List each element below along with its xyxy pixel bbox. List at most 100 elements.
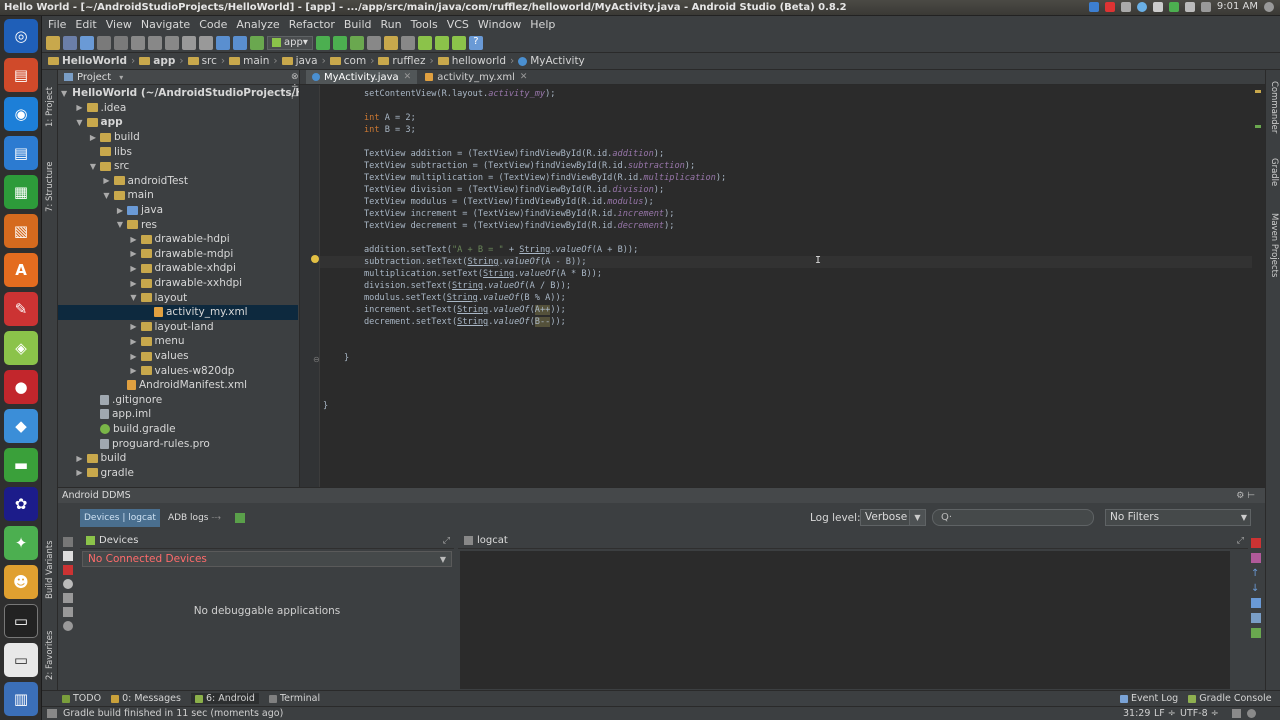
- scroll-end-icon[interactable]: [1251, 553, 1261, 563]
- tree-item[interactable]: .gitignore: [58, 393, 298, 408]
- bottom-tab[interactable]: Terminal: [268, 693, 320, 704]
- code-line[interactable]: }: [320, 352, 1260, 364]
- cut-icon[interactable]: [131, 35, 145, 50]
- bottom-tab[interactable]: 6: Android: [190, 693, 259, 704]
- code-line[interactable]: multiplication.setText(String.valueOf(A …: [320, 268, 1260, 280]
- code-line[interactable]: modulus.setText(String.valueOf(B % A));: [320, 292, 1260, 304]
- editor-tab[interactable]: activity_my.xml ✕: [419, 70, 533, 84]
- file-encoding[interactable]: UTF-8 ÷: [1180, 708, 1219, 719]
- dump-icon[interactable]: [63, 607, 73, 617]
- chevron-down-icon[interactable]: ▼: [88, 162, 98, 171]
- mail-icon[interactable]: [1120, 1, 1131, 12]
- dash-icon[interactable]: ◎: [4, 19, 38, 53]
- print-icon[interactable]: [1251, 613, 1261, 623]
- camera-icon[interactable]: [63, 537, 73, 547]
- menu-item-vcs[interactable]: VCS: [447, 18, 469, 31]
- replace-icon[interactable]: [199, 35, 213, 50]
- chevron-right-icon[interactable]: ▶: [115, 206, 125, 215]
- chevron-right-icon[interactable]: ▶: [129, 235, 139, 244]
- code-line[interactable]: TextView addition = (TextView)findViewBy…: [320, 148, 1260, 160]
- update-heap-icon[interactable]: [63, 593, 73, 603]
- chevron-right-icon[interactable]: ▶: [129, 279, 139, 288]
- menu-item-help[interactable]: Help: [530, 18, 555, 31]
- menu-item-build[interactable]: Build: [344, 18, 372, 31]
- breadcrumb-item[interactable]: com ›: [329, 55, 374, 67]
- restore-layout-icon[interactable]: [234, 513, 245, 523]
- menu-item-edit[interactable]: Edit: [75, 18, 96, 31]
- app-icon[interactable]: ●: [4, 370, 38, 404]
- network-icon[interactable]: [1088, 1, 1099, 12]
- tree-item[interactable]: ▶ drawable-mdpi: [58, 247, 298, 262]
- settings-icon[interactable]: [400, 35, 415, 50]
- files-icon[interactable]: ▤: [4, 58, 38, 92]
- calc-icon[interactable]: ▦: [4, 175, 38, 209]
- settings-icon[interactable]: [63, 621, 73, 631]
- code-line[interactable]: [320, 232, 1260, 244]
- logcat-output[interactable]: [460, 551, 1230, 689]
- tree-item[interactable]: ▶ androidTest: [58, 174, 298, 189]
- open-icon[interactable]: [46, 35, 60, 50]
- code-line[interactable]: }: [320, 400, 1260, 412]
- chevron-down-icon[interactable]: ▼: [75, 118, 85, 127]
- tree-item[interactable]: ▼ main: [58, 188, 298, 203]
- code-line[interactable]: increment.setText(String.valueOf(A++));: [320, 304, 1260, 316]
- tree-item[interactable]: ▶ drawable-hdpi: [58, 232, 298, 247]
- up-arrow-icon[interactable]: ↑: [1251, 568, 1261, 579]
- tree-item[interactable]: ▶ values: [58, 349, 298, 364]
- sync-icon[interactable]: [80, 35, 94, 50]
- code-line[interactable]: subtraction.setText(String.valueOf(A - B…: [320, 256, 1260, 268]
- project-tool-tab[interactable]: 1: Project: [43, 72, 57, 142]
- commander-tool-tab[interactable]: Commander: [1267, 72, 1280, 142]
- chevron-down-icon[interactable]: ▼: [909, 509, 926, 526]
- chevron-down-icon[interactable]: ▾: [119, 73, 123, 82]
- error-stripe[interactable]: [1255, 90, 1261, 93]
- chevron-right-icon[interactable]: ▶: [129, 322, 139, 331]
- tree-item[interactable]: ▶ layout-land: [58, 320, 298, 335]
- chevron-right-icon[interactable]: ▶: [129, 337, 139, 346]
- menu-item-code[interactable]: Code: [199, 18, 227, 31]
- warning-stripe[interactable]: [1255, 125, 1261, 128]
- code-line[interactable]: division.setText(String.valueOf(A / B));: [320, 280, 1260, 292]
- photos-icon[interactable]: ▬: [4, 448, 38, 482]
- redo-icon[interactable]: [114, 35, 128, 50]
- code-line[interactable]: int B = 3;: [320, 124, 1260, 136]
- menu-item-refactor[interactable]: Refactor: [289, 18, 335, 31]
- breadcrumb-item[interactable]: app ›: [139, 55, 184, 67]
- project-structure-icon[interactable]: [383, 35, 398, 50]
- trash-icon[interactable]: ▥: [4, 682, 38, 716]
- menu-item-analyze[interactable]: Analyze: [236, 18, 279, 31]
- chevron-right-icon[interactable]: ▶: [129, 352, 139, 361]
- tree-item[interactable]: ▶ drawable-xxhdpi: [58, 276, 298, 291]
- undo-icon[interactable]: [97, 35, 111, 50]
- breadcrumb-item[interactable]: rufflez ›: [378, 55, 434, 67]
- chevron-right-icon[interactable]: ▶: [129, 366, 139, 375]
- project-view-select[interactable]: Project: [77, 72, 111, 83]
- chevron-right-icon[interactable]: ▶: [75, 468, 85, 477]
- code-line[interactable]: [320, 364, 1260, 376]
- tree-item[interactable]: ▶ java: [58, 203, 298, 218]
- breadcrumb-item[interactable]: MyActivity: [518, 55, 585, 67]
- maven-tool-tab[interactable]: Maven Projects: [1267, 205, 1280, 285]
- tree-item[interactable]: AndroidManifest.xml: [58, 378, 298, 393]
- tree-item[interactable]: app.iml: [58, 407, 298, 422]
- sdk-manager-icon[interactable]: [434, 35, 449, 50]
- menu-item-window[interactable]: Window: [478, 18, 521, 31]
- tree-item[interactable]: ▼ HelloWorld (~/AndroidStudioProjects/Hel…: [58, 86, 299, 101]
- tab-devices-logcat[interactable]: Devices | logcat: [80, 509, 160, 527]
- tree-item[interactable]: activity_my.xml: [58, 305, 298, 320]
- tree-item[interactable]: ▶ menu: [58, 334, 298, 349]
- structure-tool-tab[interactable]: 7: Structure: [43, 152, 57, 222]
- chevron-right-icon[interactable]: ▶: [102, 176, 112, 185]
- down-arrow-icon[interactable]: ↓: [1251, 583, 1261, 594]
- android-studio-icon[interactable]: ◈: [4, 331, 38, 365]
- chevron-down-icon[interactable]: ▼: [61, 89, 67, 98]
- chevron-down-icon[interactable]: ▼: [102, 191, 112, 200]
- tree-item[interactable]: ▼ app: [58, 115, 298, 130]
- code-line[interactable]: TextView increment = (TextView)findViewB…: [320, 208, 1260, 220]
- chevron-down-icon[interactable]: ▼: [129, 293, 139, 302]
- tree-item[interactable]: ▶ build: [58, 451, 298, 466]
- breadcrumb-item[interactable]: HelloWorld ›: [48, 55, 135, 67]
- breadcrumb-item[interactable]: java ›: [281, 55, 326, 67]
- breadcrumb-item[interactable]: main ›: [229, 55, 278, 67]
- editor-scrollbar[interactable]: [1252, 85, 1264, 487]
